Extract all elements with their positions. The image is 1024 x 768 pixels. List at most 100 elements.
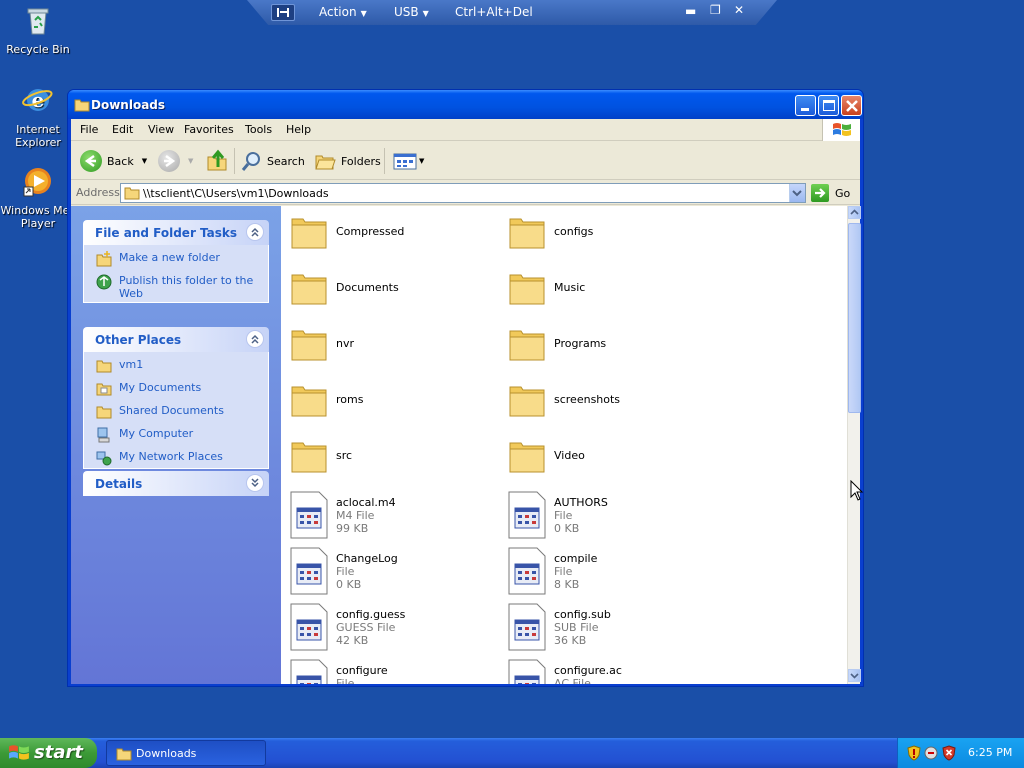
place-label: vm1 [119, 358, 144, 371]
taskbar-item-downloads[interactable]: Downloads [106, 740, 266, 766]
views-button[interactable]: ▼ [393, 148, 424, 174]
title-bar[interactable]: Downloads [68, 90, 863, 119]
file-item-config-sub[interactable]: config.sub SUB File 36 KB [507, 602, 707, 652]
generic-file-icon [508, 603, 546, 651]
other-places-panel: Other Places vm1 My Documents Shared Doc… [83, 327, 269, 469]
restore-remote-icon[interactable]: ❐ [710, 3, 721, 17]
item-type: File [336, 565, 355, 578]
place-shared-documents[interactable]: Shared Documents [96, 404, 268, 420]
folder-icon [509, 218, 545, 249]
other-places-header[interactable]: Other Places [83, 327, 269, 352]
collapse-chevron-icon[interactable] [246, 330, 264, 348]
scroll-thumb[interactable] [848, 223, 861, 413]
back-button[interactable]: Back ▼ [80, 148, 147, 174]
expand-chevron-icon[interactable] [246, 474, 264, 492]
file-item-compile[interactable]: compile File 8 KB [507, 546, 707, 596]
file-folder-tasks-title: File and Folder Tasks [95, 226, 238, 240]
folders-button[interactable]: Folders [314, 148, 381, 174]
details-panel: Details [83, 471, 269, 496]
item-name: roms [336, 393, 364, 406]
other-places-title: Other Places [95, 333, 182, 347]
new-folder-icon [96, 251, 112, 267]
place-my-documents[interactable]: My Documents [96, 381, 268, 397]
maximize-button[interactable] [818, 95, 839, 116]
make-new-folder-link[interactable]: Make a new folder [96, 251, 268, 267]
publish-web-icon [96, 274, 112, 290]
up-folder-button[interactable] [206, 148, 230, 174]
folder-item-configs[interactable]: configs [507, 211, 707, 261]
search-button[interactable]: Search [241, 148, 305, 174]
item-name: screenshots [554, 393, 621, 406]
desktop-icon-media-player[interactable]: Windows Mec Player [0, 165, 76, 230]
generic-file-icon [290, 547, 328, 595]
folder-item-src[interactable]: src [289, 435, 489, 485]
usb-menu[interactable]: USB ▼ [394, 5, 429, 19]
menu-tools[interactable]: Tools [245, 123, 272, 136]
folder-item-documents[interactable]: Documents [289, 267, 489, 317]
wmp-label-line2: Player [20, 217, 56, 230]
close-remote-icon[interactable]: ✕ [734, 3, 744, 17]
item-name: src [336, 449, 353, 462]
search-icon [241, 152, 260, 171]
toolbar: Back ▼ ▼ Search Folders ▼ [71, 142, 860, 180]
folder-item-programs[interactable]: Programs [507, 323, 707, 373]
place-label: My Computer [119, 427, 194, 440]
network-tray-icon[interactable] [924, 745, 938, 761]
pin-icon[interactable] [271, 4, 295, 21]
close-button[interactable] [841, 95, 862, 116]
file-item-changelog[interactable]: ChangeLog File 0 KB [289, 546, 489, 596]
back-dropdown-icon[interactable]: ▼ [142, 157, 147, 165]
remote-session-bar: Action ▼ USB ▼ Ctrl+Alt+Del ▬ ❐ ✕ [247, 0, 777, 25]
item-name: aclocal.m4 [336, 496, 396, 509]
recycle-bin-label: Recycle Bin [6, 43, 70, 56]
collapse-chevron-icon[interactable] [246, 223, 264, 241]
place-my-network-places[interactable]: My Network Places [96, 450, 268, 466]
details-header[interactable]: Details [83, 471, 269, 496]
forward-button[interactable]: ▼ [158, 148, 193, 174]
folder-item-screenshots[interactable]: screenshots [507, 379, 707, 429]
desktop-icon-internet-explorer[interactable]: e Internet Explorer [0, 84, 76, 149]
security-alert-icon[interactable] [942, 745, 956, 761]
menu-bar: File Edit View Favorites Tools Help [71, 119, 860, 141]
ctrl-alt-del-button[interactable]: Ctrl+Alt+Del [455, 5, 533, 19]
start-button[interactable]: start [0, 738, 97, 768]
file-item-aclocal[interactable]: aclocal.m4 M4 File 99 KB [289, 490, 489, 540]
file-item-configure-ac[interactable]: configure.ac AC File [507, 658, 707, 684]
folder-item-nvr[interactable]: nvr [289, 323, 489, 373]
folder-item-compressed[interactable]: Compressed [289, 211, 489, 261]
scroll-down-button[interactable] [848, 669, 861, 682]
place-vm1[interactable]: vm1 [96, 358, 268, 374]
make-new-folder-label: Make a new folder [119, 251, 220, 264]
publish-folder-link[interactable]: Publish this folder to the Web [96, 274, 268, 300]
desktop-icon-recycle-bin[interactable]: Recycle Bin [0, 4, 76, 56]
folder-item-roms[interactable]: roms [289, 379, 489, 429]
menu-favorites[interactable]: Favorites [184, 123, 234, 136]
address-dropdown-button[interactable] [789, 184, 805, 202]
item-name: configure.ac [554, 664, 622, 677]
menu-file[interactable]: File [80, 123, 98, 136]
item-name: ChangeLog [336, 552, 398, 565]
folder-item-video[interactable]: Video [507, 435, 707, 485]
minimize-button[interactable] [795, 95, 816, 116]
file-item-configure[interactable]: configure File [289, 658, 489, 684]
file-item-authors[interactable]: AUTHORS File 0 KB [507, 490, 707, 540]
place-my-computer[interactable]: My Computer [96, 427, 268, 443]
vertical-scrollbar[interactable] [847, 206, 861, 684]
menu-view[interactable]: View [148, 123, 174, 136]
file-folder-tasks-header[interactable]: File and Folder Tasks [83, 220, 269, 245]
scroll-up-button[interactable] [848, 206, 861, 219]
address-folder-icon [124, 187, 140, 200]
file-item-config-guess[interactable]: config.guess GUESS File 42 KB [289, 602, 489, 652]
menu-edit[interactable]: Edit [112, 123, 133, 136]
menu-help[interactable]: Help [286, 123, 311, 136]
action-menu[interactable]: Action ▼ [319, 5, 367, 19]
file-list: Compressed configs Documents Music nvr P… [281, 206, 847, 684]
security-shield-icon[interactable] [907, 745, 921, 761]
minimize-remote-icon[interactable]: ▬ [685, 4, 696, 18]
go-button[interactable]: Go [811, 183, 850, 203]
network-icon [96, 451, 112, 466]
folder-item-music[interactable]: Music [507, 267, 707, 317]
address-input[interactable]: \\tsclient\C\Users\vm1\Downloads [120, 183, 806, 203]
documents-folder-icon [96, 383, 112, 396]
action-label: Action [319, 5, 357, 19]
